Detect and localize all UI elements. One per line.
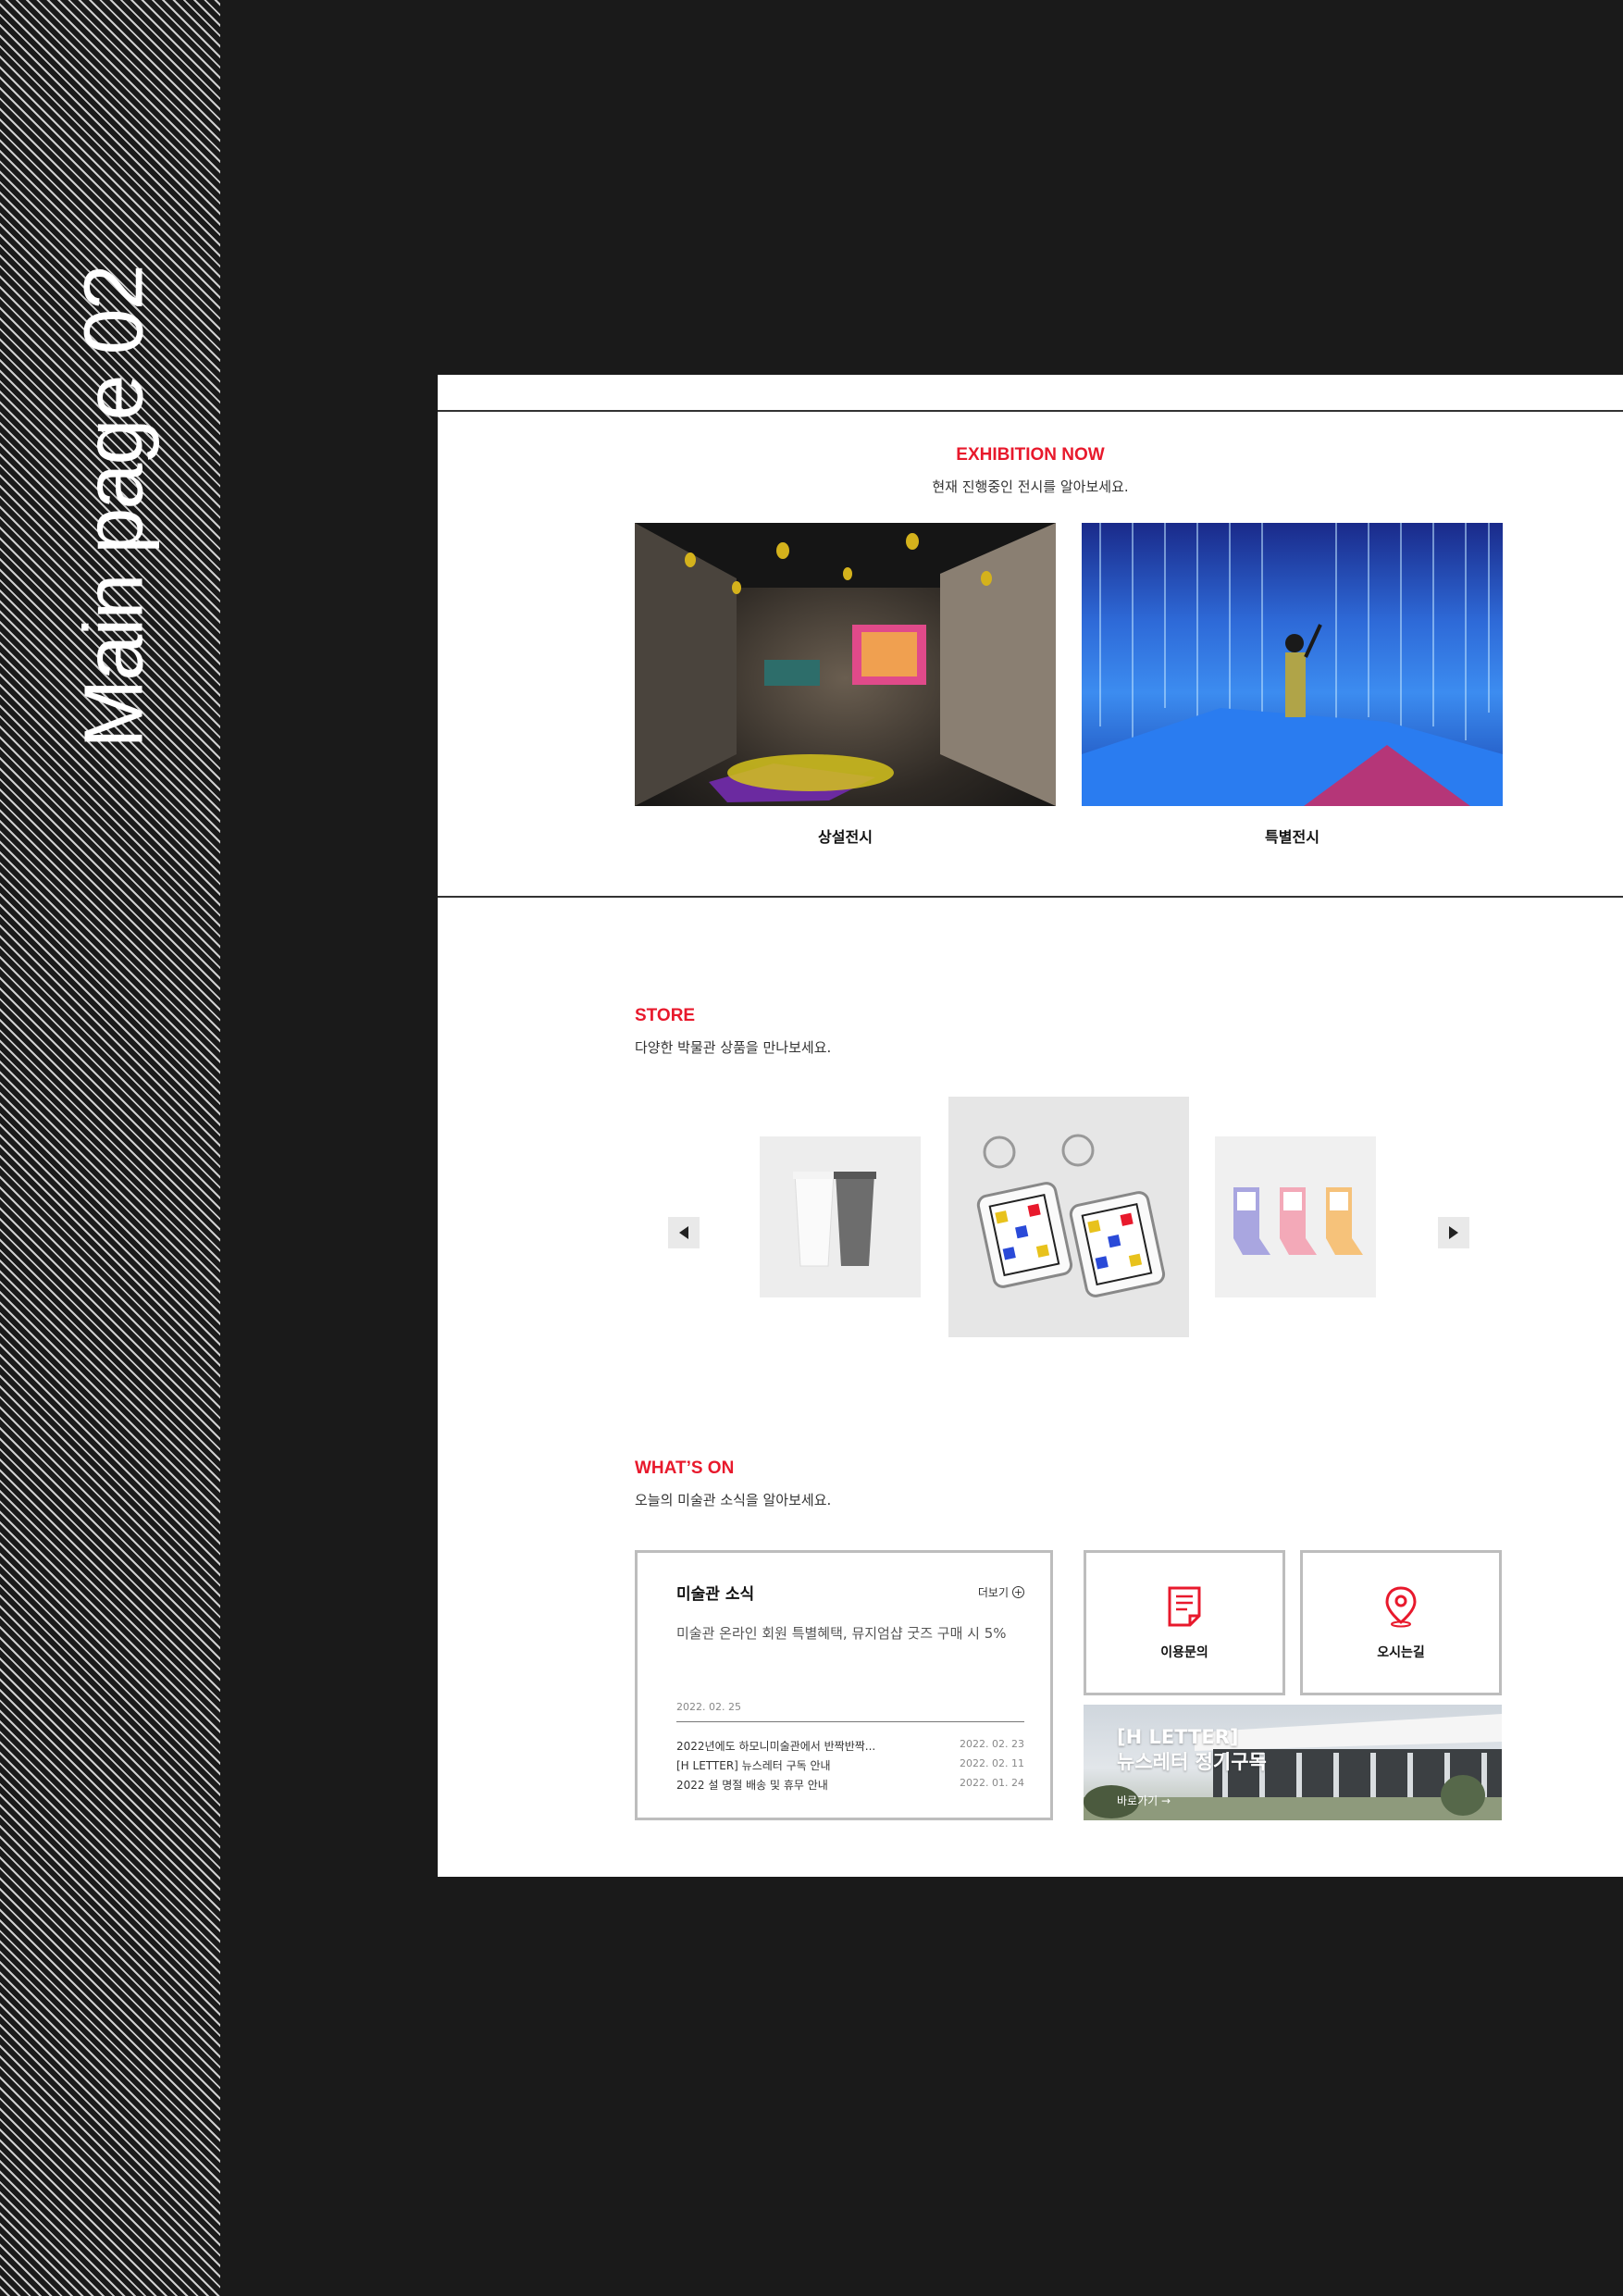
news-item-text: [H LETTER] 뉴스레터 구독 안내 xyxy=(676,1759,831,1772)
newsletter-line2: 뉴스레터 정기구독 xyxy=(1117,1751,1267,1773)
side-title: Main page 02 xyxy=(68,266,161,749)
webpage-mockup: EXHIBITION NOW 현재 진행중인 전시를 알아보세요. 상설전시 특… xyxy=(438,375,1623,1877)
store-product-tumbler[interactable] xyxy=(760,1136,921,1297)
directions-tile[interactable]: 오시는길 xyxy=(1300,1550,1502,1695)
store-prev-button[interactable] xyxy=(668,1217,700,1248)
store-subtitle: 다양한 박물관 상품을 만나보세요. xyxy=(635,1039,832,1056)
document-icon xyxy=(1168,1586,1201,1627)
news-item-date: 2022. 02. 11 xyxy=(960,1757,1024,1769)
news-more-link[interactable]: 더보기 + xyxy=(978,1584,1024,1600)
news-list-item[interactable]: [H LETTER] 뉴스레터 구독 안내 2022. 02. 11 xyxy=(676,1757,1024,1773)
directions-label: 오시는길 xyxy=(1377,1645,1425,1660)
triangle-left-icon xyxy=(679,1226,688,1239)
section-divider xyxy=(438,896,1623,898)
news-divider xyxy=(676,1721,1024,1722)
newsletter-heading: [H LETTER] 뉴스레터 정기구독 xyxy=(1117,1725,1267,1775)
store-header: STORE 다양한 박물관 상품을 만나보세요. xyxy=(635,1006,831,1057)
store-next-button[interactable] xyxy=(1438,1217,1469,1248)
newsletter-line1: [H LETTER] xyxy=(1117,1726,1239,1748)
whats-on-header: WHAT’S ON 오늘의 미술관 소식을 알아보세요. xyxy=(635,1458,831,1509)
news-item-date: 2022. 01. 24 xyxy=(960,1777,1024,1789)
exhibition-card-special[interactable]: 특별전시 xyxy=(1082,523,1503,847)
newsletter-go-link[interactable]: 바로가기 → xyxy=(1117,1793,1171,1808)
triangle-right-icon xyxy=(1449,1226,1458,1239)
news-item-text: 2022년에도 하모니미술관에서 반짝반짝... xyxy=(676,1740,876,1753)
news-item-text: 2022 설 명절 배송 및 휴무 안내 xyxy=(676,1779,828,1792)
store-product-keyring[interactable] xyxy=(948,1097,1189,1337)
store-title: STORE xyxy=(635,1006,696,1025)
exhibition-label-special: 특별전시 xyxy=(1265,828,1319,846)
exhibition-image-permanent[interactable] xyxy=(635,523,1056,806)
exhibition-header: EXHIBITION NOW 현재 진행중인 전시를 알아보세요. xyxy=(438,445,1623,496)
more-label: 더보기 xyxy=(977,1586,1009,1599)
exhibition-label-permanent: 상설전시 xyxy=(818,828,873,846)
news-lead-date: 2022. 02. 25 xyxy=(676,1701,741,1713)
news-list-item[interactable]: 2022년에도 하모니미술관에서 반짝반짝... 2022. 02. 23 xyxy=(676,1738,1024,1754)
store-product-socks[interactable] xyxy=(1215,1136,1376,1297)
map-pin-icon xyxy=(1385,1586,1417,1628)
exhibition-title: EXHIBITION NOW xyxy=(956,445,1105,465)
whats-on-title: WHAT’S ON xyxy=(635,1458,735,1478)
inquiry-tile[interactable]: 이용문의 xyxy=(1084,1550,1285,1695)
inquiry-label: 이용문의 xyxy=(1160,1645,1208,1660)
newsletter-banner[interactable]: [H LETTER] 뉴스레터 정기구독 바로가기 → xyxy=(1084,1705,1502,1820)
news-lead-item[interactable]: 미술관 온라인 회원 특별혜택, 뮤지엄샵 굿즈 구매 시 5% xyxy=(676,1623,1007,1643)
header-divider xyxy=(438,410,1623,412)
whats-on-subtitle: 오늘의 미술관 소식을 알아보세요. xyxy=(635,1492,832,1508)
exhibition-subtitle: 현재 진행중인 전시를 알아보세요. xyxy=(932,478,1129,495)
museum-news-box: 미술관 소식 더보기 + 미술관 온라인 회원 특별혜택, 뮤지엄샵 굿즈 구매… xyxy=(635,1550,1053,1820)
exhibition-card-permanent[interactable]: 상설전시 xyxy=(635,523,1056,847)
exhibition-image-special[interactable] xyxy=(1082,523,1503,806)
presentation-frame: Main page 02 EXHIBITION NOW 현재 진행중인 전시를 … xyxy=(0,0,1623,2296)
news-item-date: 2022. 02. 23 xyxy=(960,1738,1024,1750)
news-title: 미술관 소식 xyxy=(676,1585,755,1604)
news-list-item[interactable]: 2022 설 명절 배송 및 휴무 안내 2022. 01. 24 xyxy=(676,1777,1024,1793)
plus-circle-icon: + xyxy=(1012,1586,1024,1598)
